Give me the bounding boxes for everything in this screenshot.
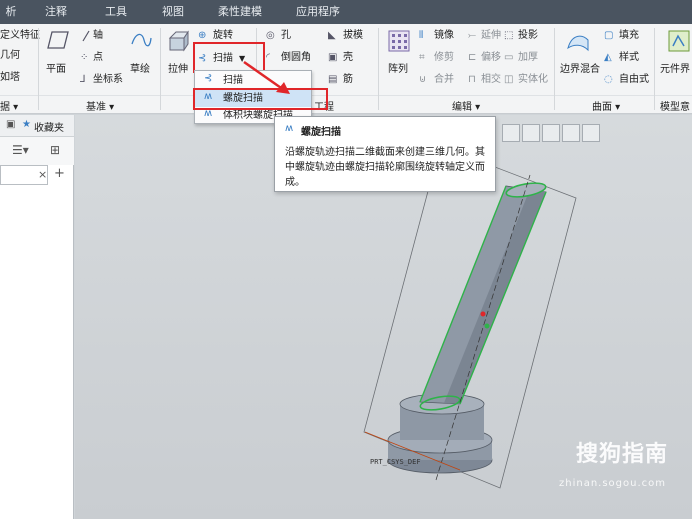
tooltip-title: 螺旋扫描	[301, 127, 341, 138]
csys-label: PRT_CSYS_DEF	[370, 458, 421, 466]
watermark-url: zhinan.sogou.com	[558, 478, 666, 489]
view-manager-icon[interactable]	[522, 124, 540, 142]
annotation-display-icon[interactable]	[562, 124, 580, 142]
annotation-arrow	[243, 60, 290, 94]
watermark-logo: 搜狗指南	[575, 442, 668, 467]
saved-views-icon[interactable]	[502, 124, 520, 142]
datum-display-icon[interactable]	[542, 124, 560, 142]
helical-sweep-tooltip: ʍ 螺旋扫描 沿螺旋轨迹扫描二维截面来创建三维几何。其中螺旋轨迹由螺旋扫描轮廓围…	[274, 116, 496, 192]
spin-center-icon[interactable]	[582, 124, 600, 142]
datum-point-green	[484, 323, 490, 329]
shaft-cylinder	[419, 182, 547, 411]
helical-sweep-icon: ʍ	[285, 123, 294, 134]
graphics-toolbar	[496, 124, 608, 146]
tooltip-body: 沿螺旋轨迹扫描二维截面来创建三维几何。其中螺旋轨迹由螺旋扫描轮廓围绕旋转轴定义而…	[285, 147, 485, 188]
datum-point-red	[480, 311, 486, 317]
